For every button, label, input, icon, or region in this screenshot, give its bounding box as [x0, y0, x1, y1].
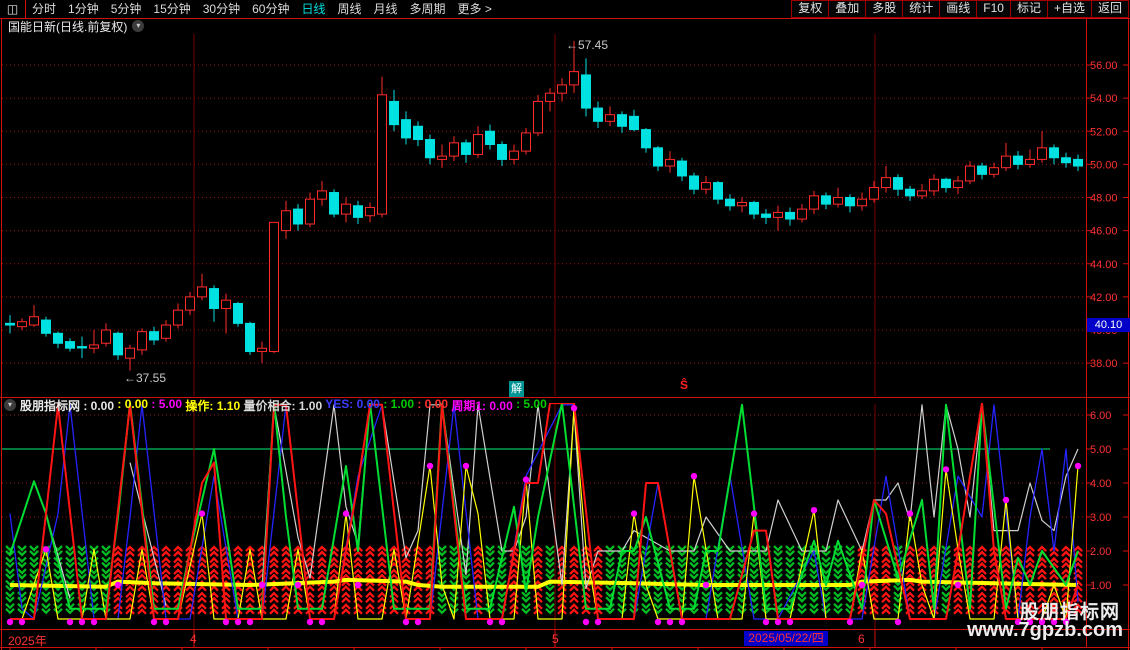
period-tab-2[interactable]: 1分钟 [62, 0, 105, 18]
toolbar-button-1[interactable]: 复权 [791, 0, 829, 18]
toolbar-button-9[interactable]: 返回 [1091, 0, 1129, 18]
period-tab-6[interactable]: 60分钟 [246, 0, 295, 18]
indicator-header: ▾ 股朋指标网 : 0.00 : 0.00 : 5.00 操作: 1.10 量价… [4, 398, 547, 412]
indicator-value-6: YES: 0.00 [322, 397, 380, 414]
title-chevron-down-icon[interactable]: ▾ [132, 20, 144, 32]
period-tab-5[interactable]: 30分钟 [197, 0, 246, 18]
price-axis-highlight: 40.10 [1087, 318, 1130, 332]
toolbar-button-7[interactable]: 标记 [1010, 0, 1048, 18]
period-tabs: 分时1分钟5分钟15分钟30分钟60分钟日线周线月线多周期更多 > [26, 0, 498, 18]
date-label-1: 2025年 [8, 632, 47, 649]
price-axis-label: 44.00 [1090, 259, 1118, 271]
date-label-3: 5 [552, 632, 559, 646]
date-label-4: 6 [858, 632, 865, 646]
top-toolbar: ◫ 分时1分钟5分钟15分钟30分钟60分钟日线周线月线多周期更多 > 复权叠加… [0, 0, 1129, 19]
period-tab-8[interactable]: 周线 [331, 0, 367, 18]
high-price-annotation: ←57.45 [566, 38, 608, 52]
date-axis-highlight: 2025/05/22/四 [744, 631, 828, 646]
toolbar-button-8[interactable]: +自选 [1047, 0, 1092, 18]
indicator-chevron-down-icon[interactable]: ▾ [4, 399, 16, 411]
price-axis-label: 42.00 [1090, 292, 1118, 304]
titlebar: 国能日新(日线.前复权) ▾ [8, 19, 144, 33]
watermark-url: www.7gpzb.com [967, 619, 1123, 642]
date-label-2: 4 [190, 632, 197, 646]
indicator-axis-label: 2.00 [1090, 546, 1111, 558]
indicator-axis-label: 5.00 [1090, 444, 1111, 456]
indicator-value-7: : 1.00 [380, 397, 414, 414]
price-axis-label: 50.00 [1090, 159, 1118, 171]
indicator-value-1: 股朋指标网 : 0.00 [20, 397, 114, 414]
toolbar-button-3[interactable]: 多股 [865, 0, 903, 18]
indicator-value-3: : 5.00 [148, 397, 182, 414]
period-tab-10[interactable]: 多周期 [404, 0, 452, 18]
chart-canvas: 56.0054.0052.0050.0048.0046.0044.0042.00… [0, 0, 1130, 650]
period-tab-11[interactable]: 更多 > [452, 0, 498, 18]
indicator-value-8: : 0.00 [414, 397, 448, 414]
price-axis-label: 56.00 [1090, 60, 1118, 72]
window-layout-icon: ◫ [7, 2, 18, 16]
indicator-axis-label: 6.00 [1090, 410, 1111, 422]
indicator-value-4: 操作: 1.10 [182, 397, 240, 414]
period-tab-4[interactable]: 15分钟 [147, 0, 196, 18]
sell-signal-marker: Ŝ [680, 378, 688, 392]
window-layout-button[interactable]: ◫ [0, 0, 26, 18]
indicator-value-10: : 5.00 [513, 397, 547, 414]
indicator-axis-label: 1.00 [1090, 580, 1111, 592]
period-tab-9[interactable]: 月线 [368, 0, 404, 18]
price-axis-label: 54.00 [1090, 93, 1118, 105]
price-axis-label: 38.00 [1090, 358, 1118, 370]
toolbar-button-6[interactable]: F10 [976, 0, 1011, 18]
price-axis-label: 46.00 [1090, 226, 1118, 238]
toolbar-button-2[interactable]: 叠加 [828, 0, 866, 18]
low-price-annotation: ←37.55 [124, 371, 166, 385]
stock-title: 国能日新(日线.前复权) [8, 18, 127, 35]
indicator-axis-label: 3.00 [1090, 512, 1111, 524]
indicator-values: 股朋指标网 : 0.00 : 0.00 : 5.00 操作: 1.10 量价相合… [20, 397, 547, 414]
price-axis-label: 52.00 [1090, 126, 1118, 138]
period-tab-1[interactable]: 分时 [26, 0, 62, 18]
toolbar-button-5[interactable]: 画线 [939, 0, 977, 18]
indicator-axis-label: 4.00 [1090, 478, 1111, 490]
price-axis-label: 48.00 [1090, 193, 1118, 205]
toolbar-buttons: 复权叠加多股统计画线F10标记+自选返回 [792, 0, 1129, 18]
period-tab-7[interactable]: 日线 [295, 0, 331, 18]
indicator-value-2: : 0.00 [114, 397, 148, 414]
toolbar-button-4[interactable]: 统计 [902, 0, 940, 18]
period-tab-3[interactable]: 5分钟 [105, 0, 148, 18]
indicator-value-9: 周期1: 0.00 [448, 397, 513, 414]
indicator-value-5: 量价相合: 1.00 [240, 397, 322, 414]
jie-indicator-badge: 解 [509, 381, 524, 397]
